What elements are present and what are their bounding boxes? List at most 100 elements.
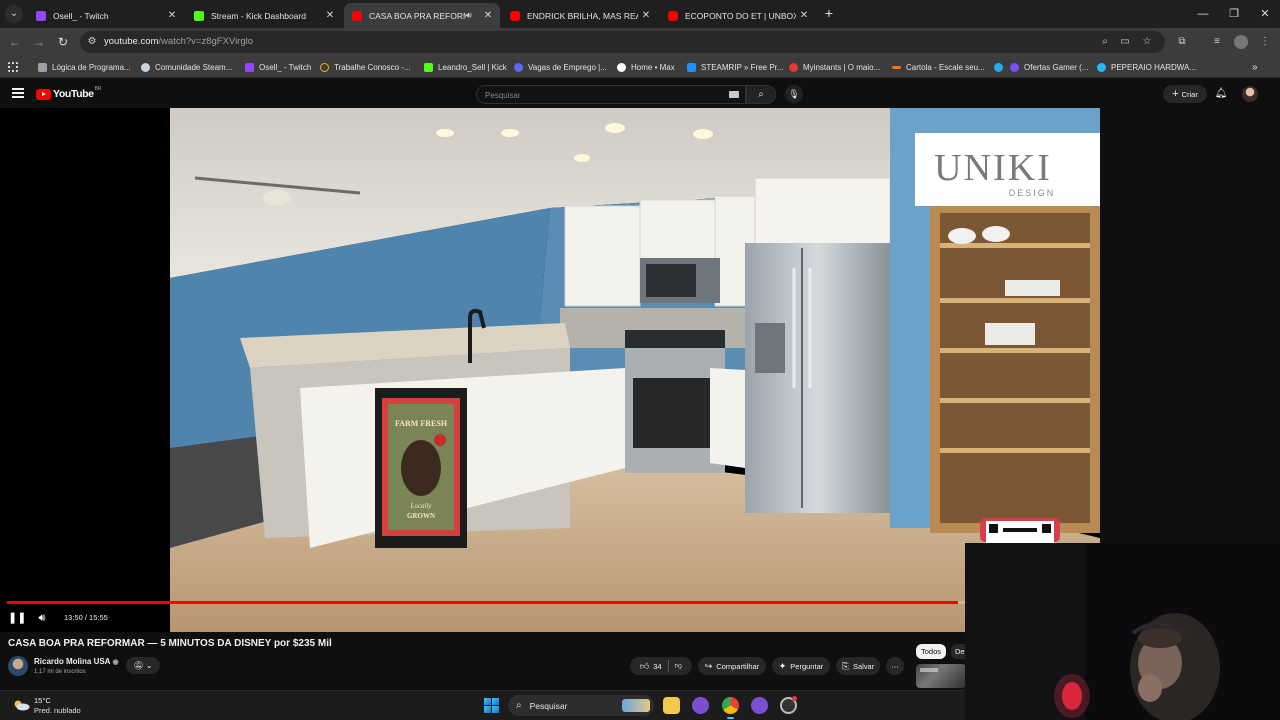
telegram-icon	[994, 62, 1003, 72]
notifications-bell-icon[interactable]: 🔔︎	[1214, 87, 1228, 101]
bookmark-item[interactable]: Osell_ - Twitch	[245, 60, 311, 74]
ask-button[interactable]: ✦ Perguntar	[772, 657, 830, 675]
create-button[interactable]: + Criar	[1163, 85, 1207, 103]
speaker-icon[interactable]: 🔊︎	[466, 10, 480, 21]
close-tab-icon[interactable]: ✕	[638, 10, 654, 21]
close-window-button[interactable]: ✕	[1250, 6, 1280, 22]
video-frame[interactable]: FARM FRESH Locally GROWN UNIKI DESIGN	[170, 108, 1100, 632]
rooster-comb	[434, 434, 446, 446]
close-tab-icon[interactable]: ✕	[796, 10, 812, 21]
bookmark-item[interactable]: Ofertas Gamer (...	[1010, 60, 1088, 74]
minimize-button[interactable]: —	[1188, 6, 1218, 22]
subscribed-button[interactable]: 🔕︎ ⌄	[126, 657, 160, 674]
shelf	[940, 348, 1090, 353]
address-bar[interactable]: ⚙ youtube.com/watch?v=z8gFXVirglo ⌕ ▭ ☆	[80, 31, 1165, 53]
bookmark-item[interactable]: STEAMRIP » Free Pr...	[687, 60, 784, 74]
more-bookmarks-chevron-icon[interactable]: »	[1252, 60, 1258, 74]
close-tab-icon[interactable]: ✕	[164, 10, 180, 21]
restore-button[interactable]: ❐	[1219, 6, 1249, 22]
reload-button[interactable]: ↻	[54, 33, 72, 51]
ceiling-light	[693, 129, 713, 139]
dislike-button[interactable]: 👎︎	[675, 661, 683, 671]
search-button[interactable]: ⌕	[746, 85, 776, 104]
pause-button[interactable]: ❚❚	[8, 610, 26, 626]
weather-temperature[interactable]: 15°C	[34, 696, 51, 705]
webcam-hand	[1138, 674, 1162, 702]
search-box	[476, 85, 746, 104]
more-horizontal-icon: ⋯	[891, 661, 899, 671]
share-button[interactable]: ↪ Compartilhar	[698, 657, 766, 675]
zoom-icon[interactable]: ⌕	[1098, 35, 1112, 49]
channel-avatar[interactable]	[8, 656, 28, 676]
cast-icon[interactable]: ▭	[1118, 35, 1132, 49]
forward-button[interactable]: →	[30, 33, 48, 51]
profile-icon[interactable]	[1234, 35, 1248, 49]
chrome-icon[interactable]	[722, 697, 739, 719]
tab-search-chevron-icon[interactable]: ⌄	[5, 5, 23, 23]
bookmark-favicon	[514, 62, 523, 72]
bookmark-star-icon[interactable]: ☆	[1140, 35, 1154, 49]
bookmark-item[interactable]: Myinstants | O maio...	[789, 60, 880, 74]
tab-youtube-endrick[interactable]: ENDRICK BRILHA, MAS REAL M ✕	[502, 3, 658, 28]
bookmark-item[interactable]: Trabalhe Conosco -...	[320, 60, 411, 74]
volume-button[interactable]: 🔊︎	[34, 610, 50, 626]
more-actions-button[interactable]: ⋯	[886, 657, 904, 675]
time-display: 13:50 / 15:55	[64, 613, 108, 622]
tab-twitch[interactable]: Osell_ - Twitch ✕	[28, 3, 184, 28]
keyboard-icon[interactable]	[729, 91, 739, 98]
bookmarks-bar: Lógica de Programa... Comunidade Steam..…	[0, 55, 1280, 78]
youtube-icon	[510, 10, 520, 21]
url-text[interactable]: youtube.com/watch?v=z8gFXVirglo	[104, 36, 253, 47]
apps-grid-icon[interactable]	[8, 60, 23, 74]
bookmark-favicon	[1097, 62, 1106, 72]
close-tab-icon[interactable]: ✕	[480, 10, 496, 21]
twitch-app-icon[interactable]	[692, 697, 709, 714]
bookmark-item[interactable]	[994, 60, 1008, 74]
microwave-door	[646, 264, 696, 297]
search-highlight-icon	[622, 699, 650, 712]
search-icon: ⌕	[758, 89, 764, 100]
bookmark-item[interactable]: Home • Max	[617, 60, 675, 74]
avatar[interactable]	[1242, 86, 1258, 102]
ceiling-light	[501, 129, 519, 137]
tab-youtube-active[interactable]: CASA BOA PRA REFORMAR 🔊︎ ✕	[344, 3, 500, 28]
create-label: Criar	[1181, 89, 1198, 99]
media-controls-icon[interactable]: ≡	[1210, 35, 1224, 49]
stove-top	[625, 330, 725, 348]
voice-search-button[interactable]: 🎙︎	[785, 85, 803, 103]
tab-youtube-ecoponto[interactable]: ECOPONTO DO ET | UNBOXING ✕	[660, 3, 816, 28]
taskbar-search[interactable]: ⌕ Pesquisar	[508, 695, 654, 716]
twitch-studio-icon[interactable]	[751, 697, 768, 714]
recommended-thumbnail[interactable]	[916, 664, 966, 688]
thumbs-up-icon: 👍︎	[639, 660, 650, 671]
weather-condition[interactable]: Pred. nublado	[34, 706, 81, 715]
youtube-logo[interactable]: YouTube BR	[36, 86, 102, 100]
menu-kebab-icon[interactable]: ⋮	[1258, 35, 1272, 49]
close-tab-icon[interactable]: ✕	[322, 10, 338, 21]
windows-start-icon[interactable]	[484, 698, 499, 713]
bookmark-item[interactable]: Lógica de Programa...	[38, 60, 131, 74]
tab-kick[interactable]: Stream - Kick Dashboard ✕	[186, 3, 342, 28]
channel-name[interactable]: Ricardo Molina USA ◉	[34, 657, 119, 666]
chip-all[interactable]: Todos	[916, 644, 946, 659]
bowl	[982, 226, 1010, 242]
save-button[interactable]: ⎘ Salvar	[836, 657, 880, 675]
extensions-icon[interactable]: ⧉	[1175, 35, 1189, 49]
partly-cloudy-icon	[14, 700, 30, 711]
like-button[interactable]: 👍︎ 34	[640, 661, 662, 672]
bookmark-item[interactable]: Leandro_Sell | Kick	[424, 60, 507, 74]
bookmark-item[interactable]: PEPERAIO HARDWA...	[1097, 60, 1196, 74]
search-input[interactable]	[485, 89, 715, 101]
progress-bar[interactable]	[7, 601, 1100, 604]
site-info-icon[interactable]: ⚙	[86, 36, 98, 48]
file-explorer-icon[interactable]	[663, 697, 680, 714]
bookmark-item[interactable]: Vagas de Emprego |...	[514, 60, 607, 74]
plate-stack	[985, 323, 1035, 345]
back-button[interactable]: ←	[6, 33, 24, 51]
bookmark-item[interactable]: Cartola - Escale seu...	[892, 60, 985, 74]
bookmark-item[interactable]: Comunidade Steam...	[141, 60, 232, 74]
new-tab-button[interactable]: +	[820, 5, 838, 23]
video-player[interactable]: FARM FRESH Locally GROWN UNIKI DESIGN ❚❚…	[0, 108, 1100, 632]
search-icon: ⌕	[516, 700, 522, 711]
hamburger-menu-icon[interactable]	[12, 88, 24, 98]
